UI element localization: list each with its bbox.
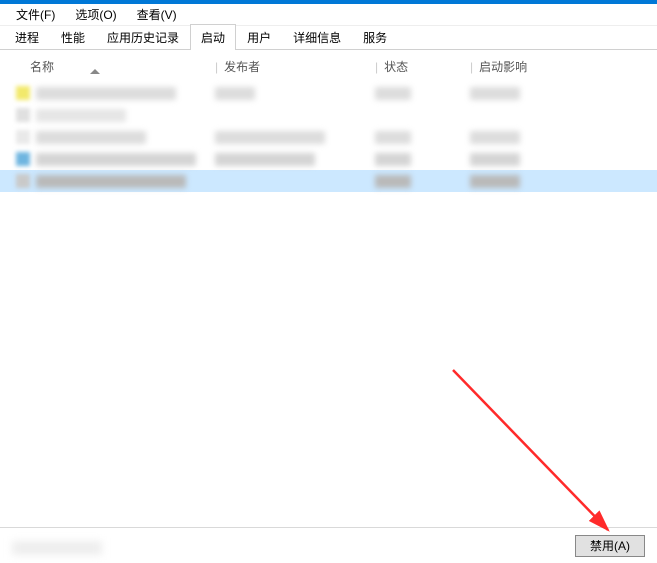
tab-services[interactable]: 服务 [352,24,398,50]
content-area: 名称 |发布者 |状态 |启动影响 [0,50,657,527]
status [375,87,411,100]
sort-caret-icon [90,69,100,74]
column-name-label: 名称 [30,60,54,74]
table-row[interactable] [0,104,657,126]
app-name [36,109,126,122]
table-row[interactable] [0,170,657,192]
menu-file[interactable]: 文件(F) [6,4,65,25]
column-status[interactable]: |状态 [375,58,470,75]
column-headers: 名称 |发布者 |状态 |启动影响 [0,50,657,82]
menu-options[interactable]: 选项(O) [65,4,126,25]
menubar: 文件(F) 选项(O) 查看(V) [0,4,657,26]
tab-history[interactable]: 应用历史记录 [96,24,190,50]
publisher [215,87,255,100]
column-impact[interactable]: |启动影响 [470,58,657,75]
impact [470,87,520,100]
column-name[interactable]: 名称 [0,58,215,75]
disable-button[interactable]: 禁用(A) [575,535,645,557]
impact [470,175,520,188]
app-name [36,87,176,100]
app-name [36,153,196,166]
footer: 禁用(A) [0,527,657,563]
tab-details[interactable]: 详细信息 [282,24,352,50]
app-icon [16,108,30,122]
publisher [215,153,315,166]
impact [470,153,520,166]
impact [470,131,520,144]
status [375,131,411,144]
status [375,153,411,166]
tab-performance[interactable]: 性能 [50,24,96,50]
tab-processes[interactable]: 进程 [4,24,50,50]
app-icon [16,130,30,144]
app-icon [16,86,30,100]
app-name [36,131,146,144]
menu-view[interactable]: 查看(V) [127,4,187,25]
table-row[interactable] [0,148,657,170]
app-name [36,175,186,188]
app-icon [16,152,30,166]
app-icon [16,174,30,188]
tab-users[interactable]: 用户 [236,24,282,50]
tab-startup[interactable]: 启动 [190,24,236,50]
status [375,175,411,188]
publisher [215,131,325,144]
startup-rows [0,82,657,192]
table-row[interactable] [0,82,657,104]
footer-hint [12,541,102,555]
table-row[interactable] [0,126,657,148]
tabbar: 进程 性能 应用历史记录 启动 用户 详细信息 服务 [0,26,657,50]
column-publisher[interactable]: |发布者 [215,58,375,75]
